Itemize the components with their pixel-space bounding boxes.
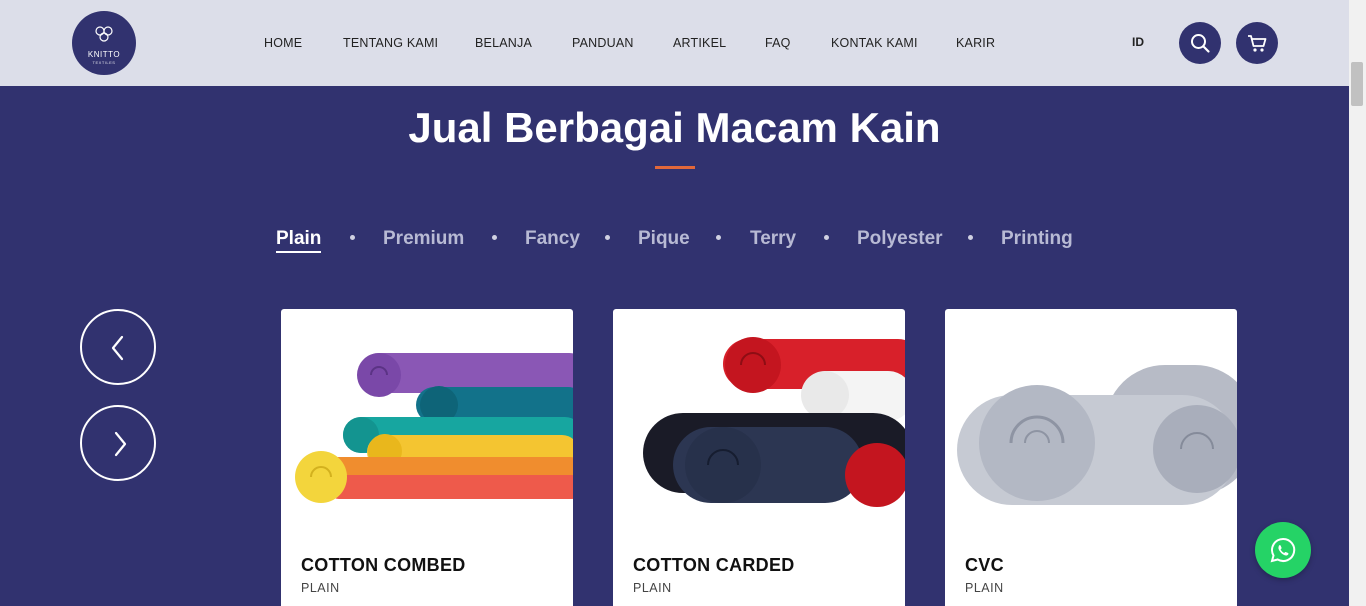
product-name: COTTON COMBED xyxy=(301,555,466,575)
tab-separator xyxy=(350,235,355,240)
nav-faq[interactable]: FAQ xyxy=(765,36,791,50)
cart-button[interactable] xyxy=(1236,22,1278,64)
nav-tentang-kami[interactable]: TENTANG KAMI xyxy=(343,36,438,50)
product-name: COTTON CARDED xyxy=(633,555,795,575)
tab-pique[interactable]: Pique xyxy=(638,228,690,250)
tab-separator xyxy=(605,235,610,240)
cart-icon xyxy=(1248,35,1267,52)
knitto-logo[interactable]: KNITTO TEXTILES xyxy=(72,11,136,75)
nav-panduan[interactable]: PANDUAN xyxy=(572,36,634,50)
tab-separator xyxy=(968,235,973,240)
product-card-cotton-carded[interactable]: COTTON CARDED PLAIN xyxy=(613,309,905,606)
tab-separator xyxy=(824,235,829,240)
nav-home[interactable]: HOME xyxy=(264,36,302,50)
search-button[interactable] xyxy=(1179,22,1221,64)
tab-polyester[interactable]: Polyester xyxy=(857,228,943,250)
search-icon xyxy=(1191,34,1210,53)
tab-separator xyxy=(716,235,721,240)
logo-sub-text: TEXTILES xyxy=(92,60,116,65)
chevron-right-icon xyxy=(114,431,127,457)
product-card-cotton-combed[interactable]: COTTON COMBED PLAIN xyxy=(281,309,573,606)
scrollbar-thumb[interactable] xyxy=(1351,62,1363,106)
tab-printing[interactable]: Printing xyxy=(1001,228,1073,250)
product-name: CVC xyxy=(965,555,1004,575)
section-title: Jual Berbagai Macam Kain xyxy=(408,104,941,151)
product-category: PLAIN xyxy=(301,581,340,595)
whatsapp-button[interactable] xyxy=(1255,522,1311,578)
tab-terry[interactable]: Terry xyxy=(750,228,796,250)
tab-fancy[interactable]: Fancy xyxy=(525,228,580,250)
product-image-cotton-carded xyxy=(613,309,905,529)
product-card-cvc[interactable]: CVC PLAIN xyxy=(945,309,1237,606)
logo-mark-icon xyxy=(95,26,113,42)
nav-kontak-kami[interactable]: KONTAK KAMI xyxy=(831,36,918,50)
carousel-next-button[interactable] xyxy=(80,405,156,481)
product-category: PLAIN xyxy=(633,581,672,595)
chevron-left-icon xyxy=(111,335,124,361)
title-underline xyxy=(655,166,695,169)
whatsapp-icon xyxy=(1270,537,1296,563)
carousel-prev-button[interactable] xyxy=(80,309,156,385)
tab-premium[interactable]: Premium xyxy=(383,228,464,250)
tab-separator xyxy=(492,235,497,240)
tab-plain[interactable]: Plain xyxy=(276,228,322,253)
nav-karir[interactable]: KARIR xyxy=(956,36,995,50)
nav-artikel[interactable]: ARTIKEL xyxy=(673,36,726,50)
product-image-cotton-combed xyxy=(281,309,573,529)
product-category: PLAIN xyxy=(965,581,1004,595)
site-header: KNITTO TEXTILES HOME TENTANG KAMI BELANJ… xyxy=(0,0,1349,86)
nav-belanja[interactable]: BELANJA xyxy=(475,36,532,50)
product-image-cvc xyxy=(945,309,1237,529)
logo-brand-text: KNITTO xyxy=(87,50,121,59)
language-switch[interactable]: ID xyxy=(1132,35,1144,49)
